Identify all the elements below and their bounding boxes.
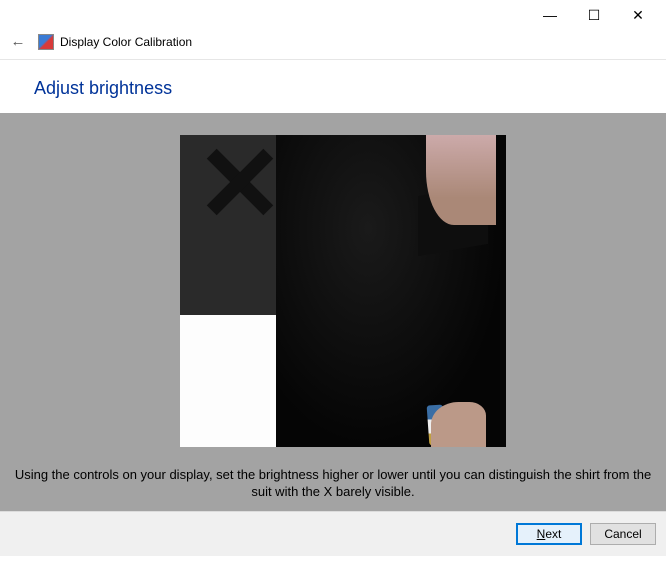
close-button[interactable]: ✕ bbox=[616, 1, 660, 29]
next-rest: ext bbox=[545, 527, 561, 541]
minimize-button[interactable]: — bbox=[528, 1, 572, 29]
maximize-icon: ☐ bbox=[588, 7, 601, 24]
maximize-button[interactable]: ☐ bbox=[572, 1, 616, 29]
calibration-area: Using the controls on your display, set … bbox=[0, 113, 666, 511]
instruction-text: Using the controls on your display, set … bbox=[0, 466, 666, 501]
window-titlebar: — ☐ ✕ bbox=[0, 0, 666, 30]
brightness-sample-image bbox=[180, 135, 506, 447]
app-icon bbox=[38, 34, 54, 50]
footer-bar: Next Cancel bbox=[0, 511, 666, 556]
back-button[interactable]: ← bbox=[8, 32, 28, 52]
sample-hand bbox=[431, 402, 486, 447]
back-arrow-icon: ← bbox=[11, 33, 26, 50]
page-heading: Adjust brightness bbox=[0, 60, 666, 113]
app-title: Display Color Calibration bbox=[60, 35, 192, 49]
next-underline: N bbox=[537, 527, 546, 541]
header-bar: ← Display Color Calibration bbox=[0, 30, 666, 60]
minimize-icon: — bbox=[543, 7, 557, 23]
next-button[interactable]: Next bbox=[516, 523, 582, 545]
cancel-button[interactable]: Cancel bbox=[590, 523, 656, 545]
close-icon: ✕ bbox=[632, 7, 644, 24]
sample-neck-skin bbox=[426, 135, 496, 225]
